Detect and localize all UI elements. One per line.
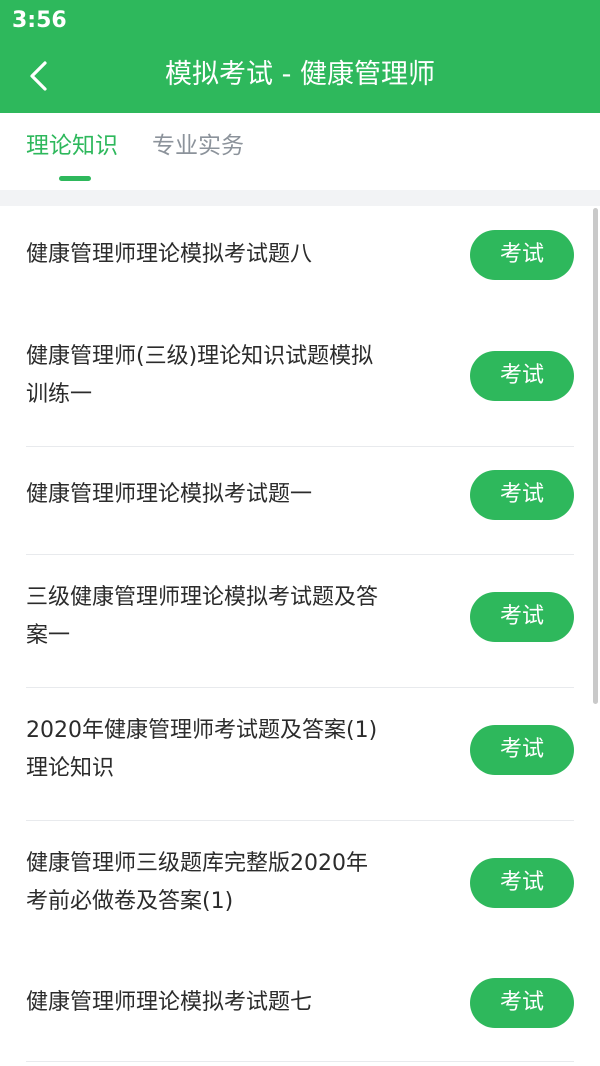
active-tab-indicator — [59, 176, 91, 181]
exam-list: 健康管理师理论模拟考试题八 考试 健康管理师(三级)理论知识试题模拟训练一 考试… — [0, 206, 600, 1066]
app-header: 3:56 模拟考试 - 健康管理师 — [0, 0, 600, 113]
start-exam-button[interactable]: 考试 — [470, 978, 574, 1028]
tab-bar: 理论知识 专业实务 — [0, 113, 600, 190]
exam-list-item: 健康管理师三级题库完整版2020年考前必做卷及答案(1) 考试 — [26, 843, 574, 923]
list-divider — [26, 687, 574, 688]
exam-title: 健康管理师三级题库完整版2020年考前必做卷及答案(1) — [26, 851, 368, 914]
exam-title: 2020年健康管理师考试题及答案(1)理论知识 — [26, 718, 378, 781]
start-exam-button[interactable]: 考试 — [470, 592, 574, 642]
start-exam-button[interactable]: 考试 — [470, 470, 574, 520]
tab-theory-knowledge[interactable]: 理论知识 — [26, 130, 118, 162]
exam-title: 健康管理师理论模拟考试题七 — [26, 990, 313, 1015]
exam-title: 三级健康管理师理论模拟考试题及答案一 — [26, 585, 379, 648]
status-bar-time: 3:56 — [12, 8, 67, 33]
start-exam-button[interactable]: 考试 — [470, 858, 574, 908]
exam-list-item: 健康管理师(三级)理论知识试题模拟训练一 考试 — [26, 336, 574, 416]
list-divider — [26, 1061, 574, 1062]
exam-title: 健康管理师理论模拟考试题一 — [26, 482, 313, 507]
start-exam-button[interactable]: 考试 — [470, 351, 574, 401]
back-button[interactable] — [16, 54, 60, 98]
start-exam-button[interactable]: 考试 — [470, 230, 574, 280]
tab-professional-practice[interactable]: 专业实务 — [152, 130, 244, 162]
list-divider — [26, 554, 574, 555]
exam-list-item: 三级健康管理师理论模拟考试题及答案一 考试 — [26, 577, 574, 657]
exam-list-item: 健康管理师理论模拟考试题八 考试 — [26, 230, 574, 280]
exam-list-item: 2020年健康管理师考试题及答案(1)理论知识 考试 — [26, 710, 574, 790]
exam-title: 健康管理师理论模拟考试题八 — [26, 242, 313, 267]
exam-title: 健康管理师(三级)理论知识试题模拟训练一 — [26, 344, 374, 407]
start-exam-button[interactable]: 考试 — [470, 725, 574, 775]
exam-list-item: 健康管理师理论模拟考试题一 考试 — [26, 470, 574, 520]
chevron-left-icon — [30, 61, 47, 91]
list-divider — [26, 820, 574, 821]
list-divider — [26, 446, 574, 447]
exam-list-item: 健康管理师理论模拟考试题七 考试 — [26, 978, 574, 1028]
page-title: 模拟考试 - 健康管理师 — [165, 59, 435, 90]
list-scrollbar[interactable] — [593, 208, 598, 704]
